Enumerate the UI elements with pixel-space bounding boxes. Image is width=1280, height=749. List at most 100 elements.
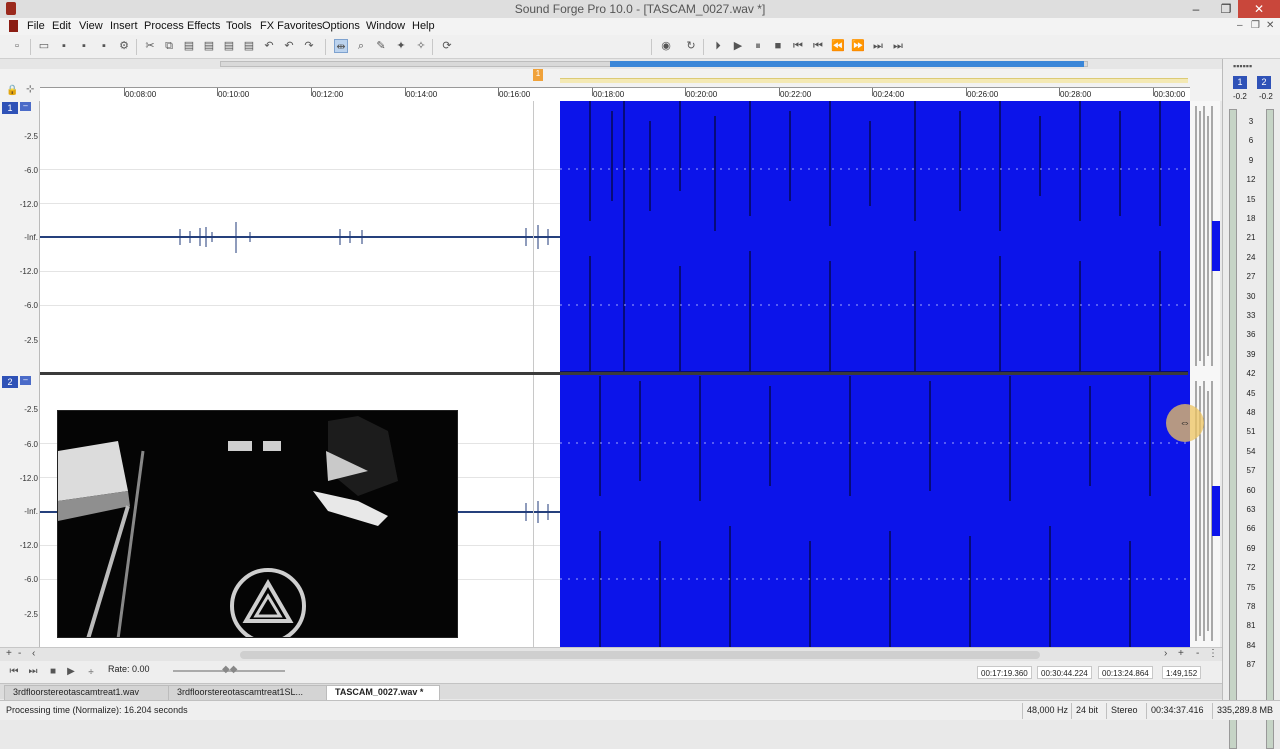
play-icon[interactable]: ▶ — [64, 665, 78, 679]
status-bar: Processing time (Normalize): 16.204 seco… — [0, 700, 1280, 720]
rate-slider-thumb[interactable]: ◆◆ — [222, 664, 237, 675]
paste-icon[interactable]: ▤ — [182, 39, 196, 53]
trim-icon[interactable]: ▤ — [242, 39, 256, 53]
meter-scale-label: 60 — [1246, 486, 1256, 495]
minimize-icon[interactable]: – — [1182, 0, 1210, 18]
bit-depth[interactable]: 24 bit — [1071, 703, 1102, 719]
zoom-menu-icon[interactable]: ⋮ — [1208, 648, 1218, 659]
menu-tools[interactable]: Tools — [226, 20, 252, 32]
ruler-tick-label: 00:18:00 — [593, 90, 625, 99]
menu-effects[interactable]: Effects — [187, 20, 220, 32]
go-to-start-icon[interactable]: ⏮ — [791, 39, 805, 53]
save-icon[interactable]: ▪ — [57, 39, 71, 53]
envelope-tool-icon[interactable]: ✦ — [394, 39, 408, 53]
menu-view[interactable]: View — [79, 20, 103, 32]
mdi-minimize-icon[interactable]: – — [1237, 20, 1243, 31]
close-icon[interactable]: ✕ — [1238, 0, 1280, 18]
zoom-ratio[interactable]: 1:49,152 — [1162, 666, 1202, 679]
meter-channel-1[interactable]: 1 — [1233, 76, 1247, 89]
meter-scale-label: 69 — [1246, 544, 1256, 553]
channel-2-minimize-icon[interactable]: – — [20, 376, 31, 385]
magnify-icon[interactable]: ⌕ — [354, 39, 368, 53]
mdi-restore-icon[interactable]: ❐ — [1251, 20, 1260, 31]
time-ruler[interactable]: 00:08:00 00:10:00 00:12:00 00:14:00 00:1… — [40, 87, 1190, 101]
play-options-icon[interactable]: ⧾ — [84, 665, 98, 679]
menu-edit[interactable]: Edit — [52, 20, 71, 32]
selection-start[interactable]: 00:17:19.360 — [977, 666, 1032, 679]
play-icon[interactable]: ▶ — [731, 39, 745, 53]
event-tool-icon[interactable]: ✧ — [414, 39, 428, 53]
undo-icon[interactable]: ↶ — [262, 39, 276, 53]
menu-window[interactable]: Window — [366, 20, 405, 32]
selection-end[interactable]: 00:30:44.224 — [1037, 666, 1092, 679]
channel-1-button[interactable]: 1 — [2, 102, 18, 114]
render-icon[interactable]: ⚙ — [117, 39, 131, 53]
channel-1-minimize-icon[interactable]: – — [20, 102, 31, 111]
refresh-icon[interactable]: ⟳ — [440, 39, 454, 53]
zoom-in-icon[interactable]: + — [6, 648, 12, 659]
video-frame — [58, 416, 398, 637]
fast-forward-icon[interactable]: ⏩ — [851, 39, 865, 53]
next-frame-icon[interactable]: ⏭ — [871, 39, 885, 53]
open-icon[interactable]: ▭ — [37, 39, 51, 53]
go-to-end-icon[interactable]: ⏭ — [26, 665, 40, 679]
menu-file[interactable]: File — [27, 20, 45, 32]
copy-icon[interactable]: ⧉ — [162, 39, 176, 53]
menu-options[interactable]: Options — [322, 20, 360, 32]
save-all-icon[interactable]: ▪ — [97, 39, 111, 53]
menu-help[interactable]: Help — [412, 20, 435, 32]
meter-channel-2[interactable]: 2 — [1257, 76, 1271, 89]
zoom-out-horizontal-icon[interactable]: - — [1196, 648, 1199, 659]
restore-icon[interactable]: ❐ — [1212, 0, 1240, 18]
new-file-icon[interactable]: ▫ — [10, 39, 24, 53]
scroll-right-icon[interactable]: › — [1164, 648, 1167, 659]
undo-all-icon[interactable]: ↶ — [282, 39, 296, 53]
stop-icon[interactable]: ■ — [46, 665, 60, 679]
snap-icon[interactable]: ⊹ — [26, 84, 34, 95]
paste-new-icon[interactable]: ▤ — [222, 39, 236, 53]
lock-icon[interactable]: 🔒 — [6, 85, 18, 96]
cut-icon[interactable]: ✂ — [143, 39, 157, 53]
mix-paste-icon[interactable]: ▤ — [202, 39, 216, 53]
status-message: Processing time (Normalize): 16.204 seco… — [6, 705, 188, 715]
meter-options-icon[interactable]: ▪▪▪▪▪▪ — [1233, 61, 1252, 71]
menu-insert[interactable]: Insert — [110, 20, 138, 32]
zoom-out-icon[interactable]: - — [18, 648, 21, 659]
menu-fx-favorites[interactable]: FX Favorites — [260, 20, 322, 32]
marker-flag[interactable]: 1 — [533, 69, 543, 81]
free-disk-space: 335,289.8 MB — [1212, 703, 1277, 719]
rewind-icon[interactable]: ⏪ — [831, 39, 845, 53]
scroll-left-icon[interactable]: ‹ — [32, 648, 35, 659]
ruler-tick-label: 00:20:00 — [686, 90, 718, 99]
edit-tool-icon[interactable]: ⇹ — [334, 39, 348, 53]
mdi-close-icon[interactable]: ✕ — [1266, 20, 1274, 31]
previous-frame-icon[interactable]: ⏮ — [811, 39, 825, 53]
go-to-end-icon[interactable]: ⏭ — [891, 39, 905, 53]
tab-file-1[interactable]: 3rdfloorstereotascamtreat1.wav — [4, 685, 170, 700]
unselected-waveform-tail[interactable] — [1188, 101, 1220, 647]
loop-icon[interactable]: ↻ — [684, 39, 698, 53]
go-to-start-icon[interactable]: ⏮ — [7, 665, 21, 679]
pause-icon[interactable]: ⏸ — [751, 39, 765, 53]
zoom-in-horizontal-icon[interactable]: + — [1178, 648, 1184, 659]
selection-length[interactable]: 00:13:24.864 — [1098, 666, 1153, 679]
sample-rate[interactable]: 48,000 Hz — [1022, 703, 1072, 719]
selection-bar[interactable] — [560, 78, 1188, 83]
channel-mode[interactable]: Stereo — [1106, 703, 1142, 719]
meter-scale-label: 45 — [1246, 389, 1256, 398]
menu-process[interactable]: Process — [144, 20, 184, 32]
scrollbar-thumb[interactable] — [240, 651, 1040, 659]
save-as-icon[interactable]: ▪ — [77, 39, 91, 53]
horizontal-scrollbar[interactable]: + - ‹ › + - ⋮ — [0, 647, 1222, 661]
play-all-icon[interactable]: ⏵ — [711, 39, 725, 53]
overview-bar[interactable] — [0, 59, 1222, 69]
tab-file-3[interactable]: TASCAM_0027.wav * — [326, 685, 440, 700]
redo-icon[interactable]: ↷ — [302, 39, 316, 53]
overview-view-range[interactable] — [610, 61, 1084, 67]
channel-divider[interactable] — [40, 372, 1190, 375]
record-icon[interactable]: ◉ — [659, 39, 673, 53]
stop-icon[interactable]: ■ — [771, 39, 785, 53]
tab-file-2[interactable]: 3rdfloorstereotascamtreat1SL... — [168, 685, 328, 700]
pencil-icon[interactable]: ✎ — [374, 39, 388, 53]
channel-2-button[interactable]: 2 — [2, 376, 18, 388]
